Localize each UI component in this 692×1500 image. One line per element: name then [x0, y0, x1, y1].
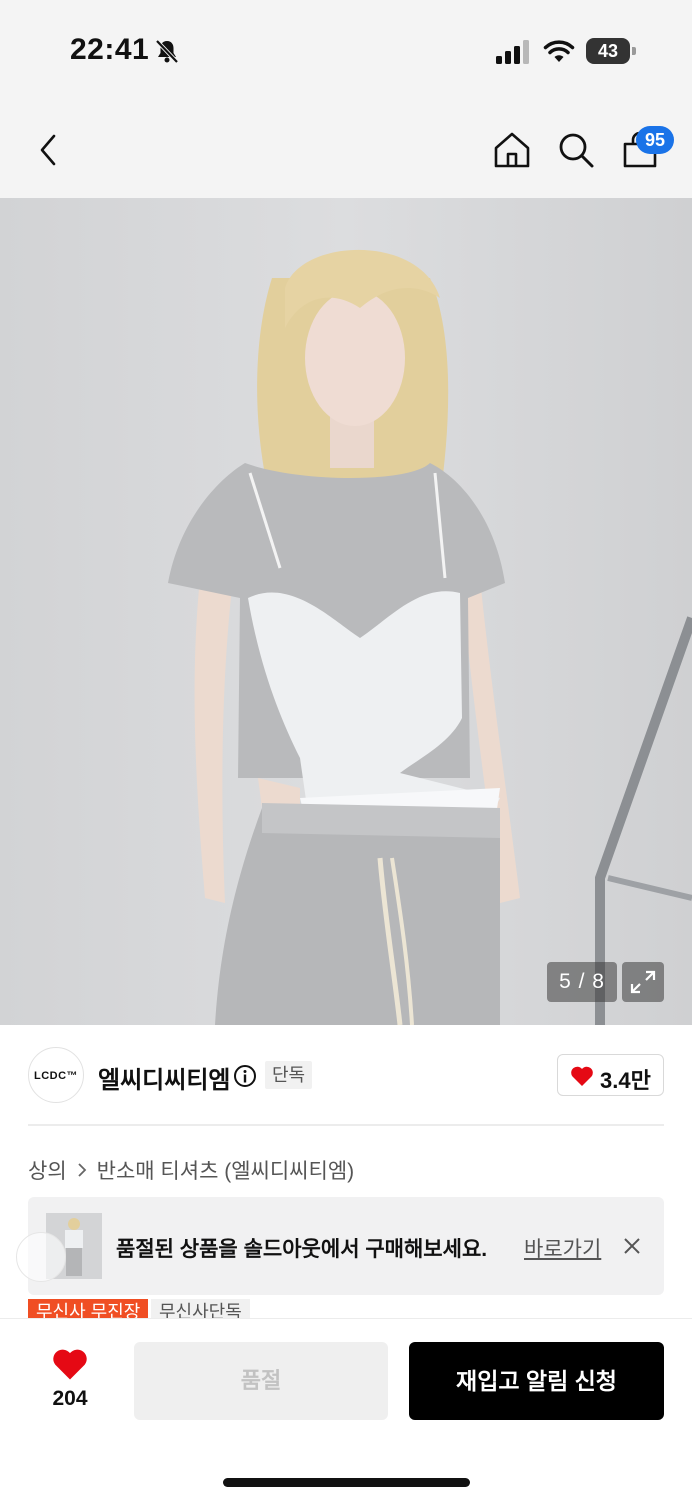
chevron-right-icon	[78, 1163, 86, 1177]
brand-like-count: 3.4만	[600, 1068, 651, 1093]
home-icon[interactable]	[492, 130, 532, 170]
gallery-pager: 5 / 8	[547, 962, 617, 1002]
floating-button[interactable]	[16, 1232, 66, 1282]
banner-message: 품절된 상품을 솔드아웃에서 구매해보세요.	[116, 1238, 488, 1261]
breadcrumb: 상의 반소매 티셔츠 (엘씨디씨티엠)	[28, 1155, 354, 1185]
info-icon[interactable]	[233, 1064, 257, 1088]
divider	[28, 1124, 664, 1126]
wifi-icon	[543, 40, 575, 62]
close-icon[interactable]	[622, 1236, 642, 1256]
expand-button[interactable]	[622, 962, 664, 1002]
brand-like-button[interactable]: 3.4만	[557, 1054, 664, 1096]
product-photo-illustration	[0, 198, 692, 1025]
battery-icon: 43	[586, 38, 636, 64]
wishlist-count: 204	[52, 1387, 88, 1410]
soldout-banner: 품절된 상품을 솔드아웃에서 구매해보세요. 바로가기	[28, 1197, 664, 1295]
search-icon[interactable]	[556, 130, 596, 170]
breadcrumb-category[interactable]: 상의	[28, 1155, 67, 1185]
restock-alert-button[interactable]: 재입고 알림 신청	[409, 1342, 664, 1420]
heart-icon	[571, 1066, 593, 1086]
brand-logo[interactable]: LCDC™	[28, 1047, 84, 1103]
cart-count-badge: 95	[636, 126, 674, 154]
home-indicator	[223, 1478, 470, 1487]
back-icon[interactable]	[34, 132, 66, 168]
status-bar: 22:41 43	[0, 0, 692, 100]
soldout-button: 품절	[134, 1342, 388, 1420]
expand-icon	[630, 970, 656, 994]
product-image[interactable]	[0, 198, 692, 1025]
top-nav	[0, 100, 692, 198]
banner-go-link[interactable]: 바로가기	[524, 1233, 601, 1263]
exclusive-tag: 단독	[265, 1061, 313, 1089]
breadcrumb-subcategory[interactable]: 반소매 티셔츠 (엘씨디씨티엠)	[97, 1155, 355, 1185]
bell-slash-icon	[155, 39, 179, 64]
wishlist-heart-icon[interactable]	[51, 1347, 89, 1381]
brand-name[interactable]: 엘씨디씨티엠	[98, 1060, 230, 1095]
status-time: 22:41	[70, 33, 150, 66]
signal-icon	[496, 40, 529, 64]
battery-tip	[632, 47, 636, 55]
battery-level: 43	[586, 38, 630, 64]
bottom-action-bar: 204 품절 재입고 알림 신청	[0, 1318, 692, 1500]
